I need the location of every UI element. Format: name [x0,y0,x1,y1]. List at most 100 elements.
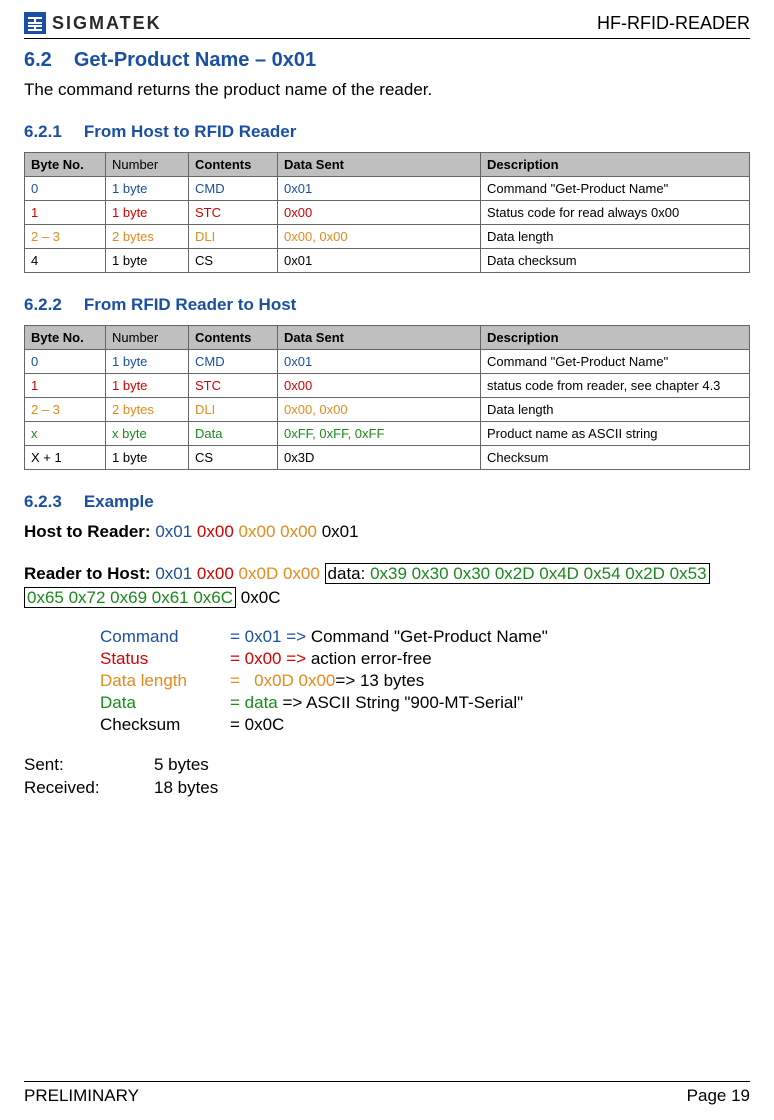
col-byte: Byte No. [25,326,106,350]
cell: 0 [25,350,106,374]
cell: 1 byte [106,350,189,374]
cell: 0x00 [278,201,481,225]
table-row: X + 1 1 byte CS 0x3D Checksum [25,446,750,470]
example-breakdown: Command = 0x01 => Command "Get-Product N… [100,626,750,736]
page-footer: PRELIMINARY Page 19 [24,1081,750,1106]
host-to-reader-line: Host to Reader: 0x01 0x00 0x00 0x00 0x01 [24,522,750,542]
subsection-title: From Host to RFID Reader [84,122,297,141]
data-bytes-box: data: 0x39 0x30 0x30 0x2D 0x4D 0x54 0x2D… [325,563,710,584]
cell: 0xFF, 0xFF, 0xFF [278,422,481,446]
data-bytes-1: 0x39 0x30 0x30 0x2D 0x4D 0x54 0x2D 0x53 [370,564,706,583]
command-val: = 0x01 => [230,627,306,646]
subsection-num: 6.2.3 [24,492,62,511]
reader-to-host-table: Byte No. Number Contents Data Sent Descr… [24,325,750,470]
cell: Data [189,422,278,446]
cmd-byte: 0x01 [155,522,192,541]
cs-byte: 0x01 [322,522,359,541]
cell: 2 – 3 [25,225,106,249]
subsection-title: From RFID Reader to Host [84,295,297,314]
data-val: data [245,693,278,712]
subsection-heading: 6.2.1 From Host to RFID Reader [24,122,750,142]
cell: Checksum [481,446,750,470]
subsection-num: 6.2.1 [24,122,62,141]
cell: 0x01 [278,350,481,374]
cell: CS [189,249,278,273]
cell: CS [189,446,278,470]
cell: 1 byte [106,446,189,470]
cell: 2 – 3 [25,398,106,422]
table-row: 2 – 3 2 bytes DLI 0x00, 0x00 Data length [25,225,750,249]
data-label: data: [328,564,366,583]
cell: CMD [189,177,278,201]
cell: 4 [25,249,106,273]
label: Reader to Host: [24,564,151,583]
table-row: 1 1 byte STC 0x00 status code from reade… [25,374,750,398]
col-data-sent: Data Sent [278,153,481,177]
cell: 0x00, 0x00 [278,225,481,249]
table-row: x x byte Data 0xFF, 0xFF, 0xFF Product n… [25,422,750,446]
host-to-reader-table: Byte No. Number Contents Data Sent Descr… [24,152,750,273]
received-val: 18 bytes [154,777,218,799]
status-val: = 0x00 => [230,649,306,668]
received-label: Received: [24,777,154,799]
table-row: 1 1 byte STC 0x00 Status code for read a… [25,201,750,225]
cell: 1 byte [106,374,189,398]
cell: x [25,422,106,446]
cell: x byte [106,422,189,446]
cell: X + 1 [25,446,106,470]
cell: 0x00 [278,374,481,398]
cell: DLI [189,398,278,422]
cell: 1 byte [106,249,189,273]
data-bytes-box2: 0x65 0x72 0x69 0x61 0x6C [24,587,236,608]
sent-label: Sent: [24,754,154,776]
cell: Data length [481,398,750,422]
cell: 1 [25,374,106,398]
col-number: Number [106,153,189,177]
reader-to-host-line: Reader to Host: 0x01 0x00 0x0D 0x00 data… [24,564,750,584]
col-description: Description [481,326,750,350]
table-row: 0 1 byte CMD 0x01 Command "Get-Product N… [25,177,750,201]
sent-received: Sent: 5 bytes Received: 18 bytes [24,754,750,798]
page-header: SIGMATEK HF-RFID-READER [24,12,750,39]
stc-byte: 0x00 [197,522,234,541]
cell: 0x3D [278,446,481,470]
data-eq: = [230,693,245,712]
section-intro: The command returns the product name of … [24,80,750,100]
table-header-row: Byte No. Number Contents Data Sent Descr… [25,153,750,177]
subsection-heading: 6.2.2 From RFID Reader to Host [24,295,750,315]
col-number: Number [106,326,189,350]
data-desc: => ASCII String "900-MT-Serial" [278,693,523,712]
checksum-val: = 0x0C [230,714,284,736]
cell: 0x00, 0x00 [278,398,481,422]
logo-icon [24,12,46,34]
cell: 2 bytes [106,225,189,249]
table-row: 4 1 byte CS 0x01 Data checksum [25,249,750,273]
status-desc: action error-free [311,649,432,668]
cell: STC [189,201,278,225]
datalen-val: 0x0D 0x00 [254,671,335,690]
dli-bytes: 0x00 0x00 [239,522,317,541]
col-data-sent: Data Sent [278,326,481,350]
status-label: Status [100,648,230,670]
cell: Command "Get-Product Name" [481,350,750,374]
subsection-num: 6.2.2 [24,295,62,314]
table-row: 0 1 byte CMD 0x01 Command "Get-Product N… [25,350,750,374]
datalen-label: Data length [100,670,230,692]
dli-bytes: 0x0D 0x00 [239,564,320,583]
col-description: Description [481,153,750,177]
subsection-title: Example [84,492,154,511]
sent-val: 5 bytes [154,754,209,776]
data-label: Data [100,692,230,714]
label: Host to Reader: [24,522,151,541]
cell: 1 [25,201,106,225]
cell: DLI [189,225,278,249]
command-label: Command [100,626,230,648]
header-product: HF-RFID-READER [597,13,750,34]
cell: STC [189,374,278,398]
checksum-label: Checksum [100,714,230,736]
cell: Product name as ASCII string [481,422,750,446]
cell: 1 byte [106,177,189,201]
footer-left: PRELIMINARY [24,1086,139,1106]
cell: Command "Get-Product Name" [481,177,750,201]
section-heading: 6.2Get-Product Name – 0x01 [24,49,750,72]
